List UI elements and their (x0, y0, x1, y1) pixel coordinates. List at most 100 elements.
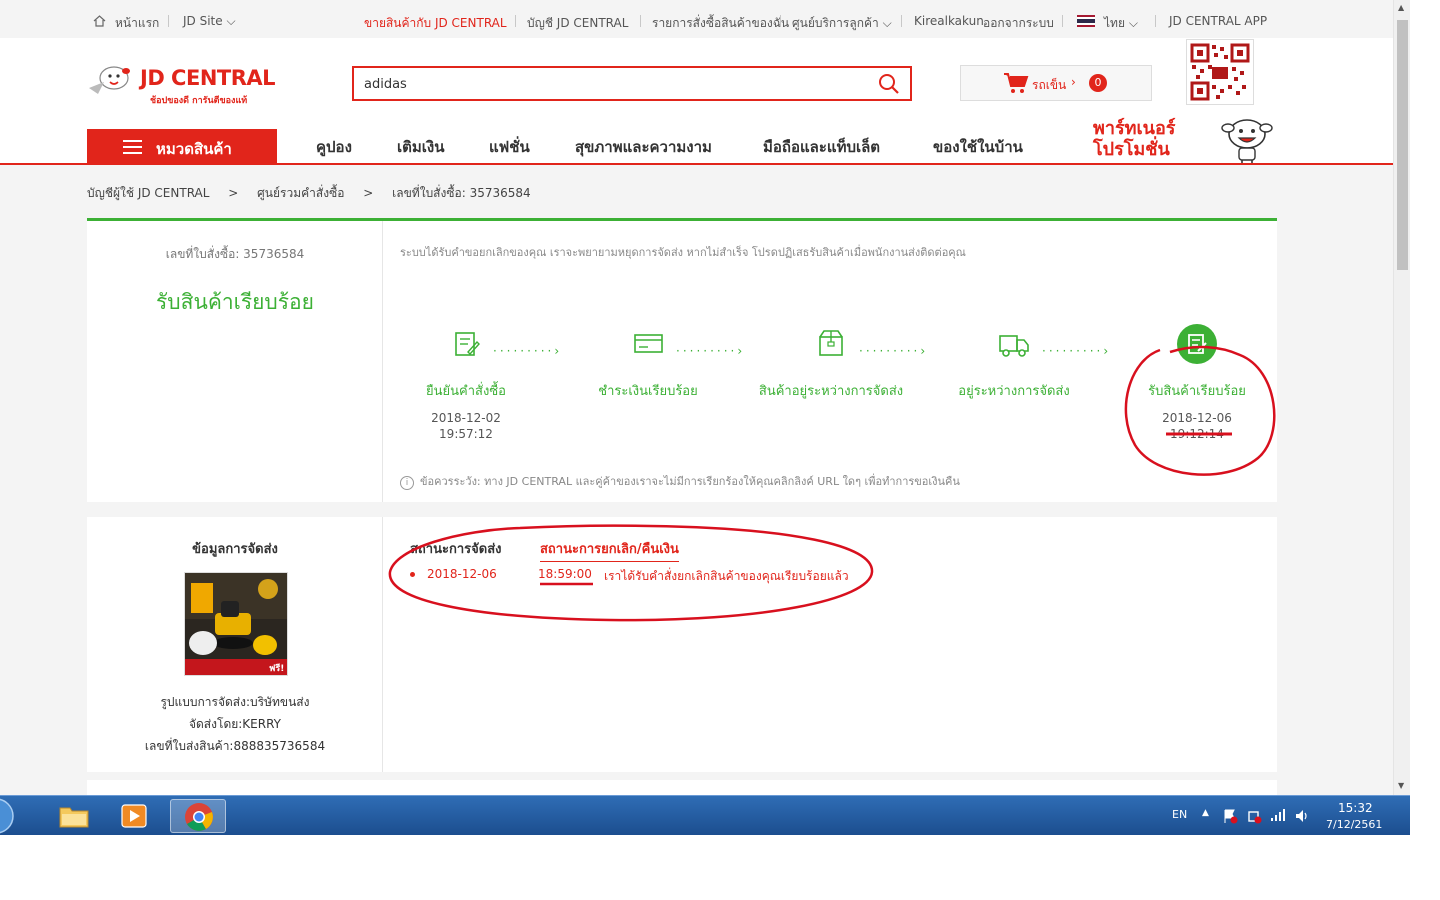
taskbar-explorer[interactable] (46, 799, 102, 833)
order-status-panel: เลขที่ใบสั่งซื้อ: 35736584 รับสินค้าเรีย… (87, 218, 1277, 502)
search-input[interactable] (364, 74, 854, 94)
step-in-preparation: สินค้าอยู่ระหว่างการจัดส่ง (741, 324, 921, 401)
shipping-method: รูปแบบการจัดส่ง:บริษัทขนส่ง (160, 695, 310, 709)
truck-icon (994, 324, 1034, 364)
my-orders-link[interactable]: รายการสั่งซื้อสินค้าของฉัน (652, 14, 789, 33)
event-date: 2018-12-06 (427, 567, 497, 581)
windows-taskbar: EN ▲ 15:32 7/12/2561 (0, 795, 1410, 835)
shipping-carrier: จัดส่งโดย:KERRY (188, 717, 281, 731)
volume-icon[interactable] (1294, 808, 1310, 824)
qr-code-icon (1186, 39, 1254, 105)
breadcrumb-current: เลขที่ใบสั่งซื้อ: 35736584 (392, 186, 531, 200)
language-label: ไทย (1104, 16, 1125, 30)
cart-label: รถเข็น (1032, 78, 1067, 92)
product-image[interactable]: ฟรี! (184, 572, 288, 676)
jd-central-logo[interactable]: JD CENTRAL ช้อปของดี การันตีของแท้ (86, 62, 276, 112)
page-scrollbar[interactable]: ▲ ▼ (1393, 0, 1410, 795)
chevron-down-icon: ⌵ (882, 16, 892, 30)
language-dropdown[interactable]: ไทย ⌵ (1104, 14, 1138, 33)
step-connector: ·········› (1042, 344, 1112, 358)
breadcrumb-orders[interactable]: ศูนย์รวมคำสั่งซื้อ (257, 186, 344, 200)
home-icon (93, 15, 106, 27)
app-link[interactable]: JD CENTRAL APP (1169, 14, 1267, 28)
shipping-title: ข้อมูลการจัดส่ง (192, 542, 278, 557)
chevron-right-icon: › (1071, 75, 1076, 89)
step-received: รับสินค้าเรียบร้อย 2018-12-06 19:12:14 (1107, 324, 1287, 442)
nav-item-fashion[interactable]: แฟชั่น (489, 135, 530, 159)
order-number: เลขที่ใบสั่งซื้อ: 35736584 (165, 247, 305, 261)
account-link[interactable]: บัญชี JD CENTRAL (527, 14, 628, 33)
customer-service-dropdown[interactable]: ศูนย์บริการลูกค้า ⌵ (792, 14, 892, 33)
start-orb-icon[interactable] (0, 798, 14, 834)
step-label: รับสินค้าเรียบร้อย (1148, 384, 1246, 399)
breadcrumb-separator: > (363, 186, 374, 200)
step-connector: ·········› (493, 344, 563, 358)
package-icon (811, 324, 851, 364)
product-badge: ฟรี! (269, 663, 284, 674)
logo-dog-icon (89, 66, 130, 94)
step-label: อยู่ระหว่างการจัดส่ง (958, 384, 1070, 399)
input-language[interactable]: EN (1172, 808, 1187, 821)
order-status-title: รับสินค้าเรียบร้อย (156, 290, 314, 314)
browser-viewport: หน้าแรก JD Site ⌵ ขายสินค้ากับ JD CENTRA… (0, 0, 1410, 795)
category-menu-label: หมวดสินค้า (156, 140, 232, 158)
next-panel (87, 780, 1277, 795)
breadcrumb-account[interactable]: บัญชีผู้ใช้ JD CENTRAL (87, 186, 209, 200)
search-icon[interactable] (878, 73, 900, 95)
step-connector: ·········› (859, 344, 929, 358)
cart-button[interactable]: รถเข็น › 0 (960, 65, 1152, 101)
clock-time[interactable]: 15:32 (1338, 801, 1373, 815)
step-label: สินค้าอยู่ระหว่างการจัดส่ง (758, 384, 904, 399)
site-header: JD CENTRAL ช้อปของดี การันตีของแท้ รถเข็… (0, 38, 1393, 165)
promo-line-2: โปรโมชั่น (1093, 139, 1170, 160)
taskbar-media-player[interactable] (106, 799, 162, 833)
info-icon: i (400, 476, 414, 490)
step-label: ยืนยันคำสั่งซื้อ (426, 384, 506, 399)
nav-item-health-beauty[interactable]: สุขภาพและความงาม (575, 135, 712, 159)
scroll-down-icon[interactable]: ▼ (1398, 781, 1404, 790)
step-time: 19:12:14 (1170, 427, 1224, 441)
home-link[interactable]: หน้าแรก (115, 14, 159, 33)
promo-line-1: พาร์ทเนอร์ (1093, 118, 1176, 139)
action-center-flag-icon[interactable] (1222, 808, 1238, 824)
taskbar-chrome[interactable] (170, 799, 226, 833)
mascot-icon (1221, 119, 1273, 163)
nav-item-coupon[interactable]: คูปอง (316, 135, 352, 159)
nav-item-mobile-tablet[interactable]: มือถือและแท็บเล็ต (763, 135, 880, 159)
jd-site-dropdown[interactable]: JD Site ⌵ (183, 14, 236, 29)
scroll-up-icon[interactable]: ▲ (1398, 3, 1404, 12)
show-hidden-icons-icon[interactable]: ▲ (1202, 808, 1209, 818)
breadcrumb: บัญชีผู้ใช้ JD CENTRAL > ศูนย์รวมคำสั่งซ… (87, 184, 546, 203)
step-label: ชำระเงินเรียบร้อย (598, 384, 698, 399)
partner-promotion-link[interactable]: พาร์ทเนอร์ โปรโมชั่น (1093, 118, 1175, 160)
explorer-icon (59, 807, 89, 828)
category-menu-button[interactable]: หมวดสินค้า (87, 129, 277, 164)
event-bullet (410, 572, 415, 577)
menu-icon (123, 140, 142, 154)
nav-item-topup[interactable]: เติมเงิน (397, 135, 444, 159)
step-connector: ·········› (676, 344, 746, 358)
security-tip-text: ข้อควรระวัง: ทาง JD CENTRAL และคู่ค้าของ… (420, 475, 960, 488)
nav-item-home-goods[interactable]: ของใช้ในบ้าน (933, 135, 1023, 159)
network-signal-icon[interactable] (1270, 808, 1286, 822)
order-summary: เลขที่ใบสั่งซื้อ: 35736584 รับสินค้าเรีย… (87, 221, 383, 502)
step-order-confirmed: ยืนยันคำสั่งซื้อ 2018-12-02 19:57:12 (376, 324, 556, 442)
shipping-info: ข้อมูลการจัดส่ง ฟรี! รูปแบบการจัดส่ง:บริ… (87, 517, 383, 772)
power-icon[interactable] (1246, 808, 1262, 824)
chevron-down-icon: ⌵ (226, 14, 236, 28)
customer-service-label: ศูนย์บริการลูกค้า (792, 16, 879, 30)
received-icon (1177, 324, 1217, 364)
clock-date[interactable]: 7/12/2561 (1326, 818, 1382, 831)
security-tip: i ข้อควรระวัง: ทาง JD CENTRAL และคู่ค้าขอ… (400, 472, 960, 490)
payment-icon (628, 324, 668, 364)
cart-icon (1004, 73, 1029, 93)
event-time: 18:59:00 (538, 567, 592, 581)
tab-cancel-refund-status[interactable]: สถานะการยกเลิก/คืนเงิน (540, 538, 679, 562)
sell-with-jd-link[interactable]: ขายสินค้ากับ JD CENTRAL (364, 14, 507, 33)
brand-slogan: ช้อปของดี การันตีของแท้ (150, 96, 248, 106)
tab-shipping-status[interactable]: สถานะการจัดส่ง (410, 538, 501, 559)
scroll-thumb[interactable] (1397, 20, 1408, 270)
logout-link[interactable]: ออกจากระบบ (983, 14, 1054, 33)
cart-count-badge: 0 (1089, 74, 1107, 92)
step-shipping: อยู่ระหว่างการจัดส่ง (924, 324, 1104, 401)
